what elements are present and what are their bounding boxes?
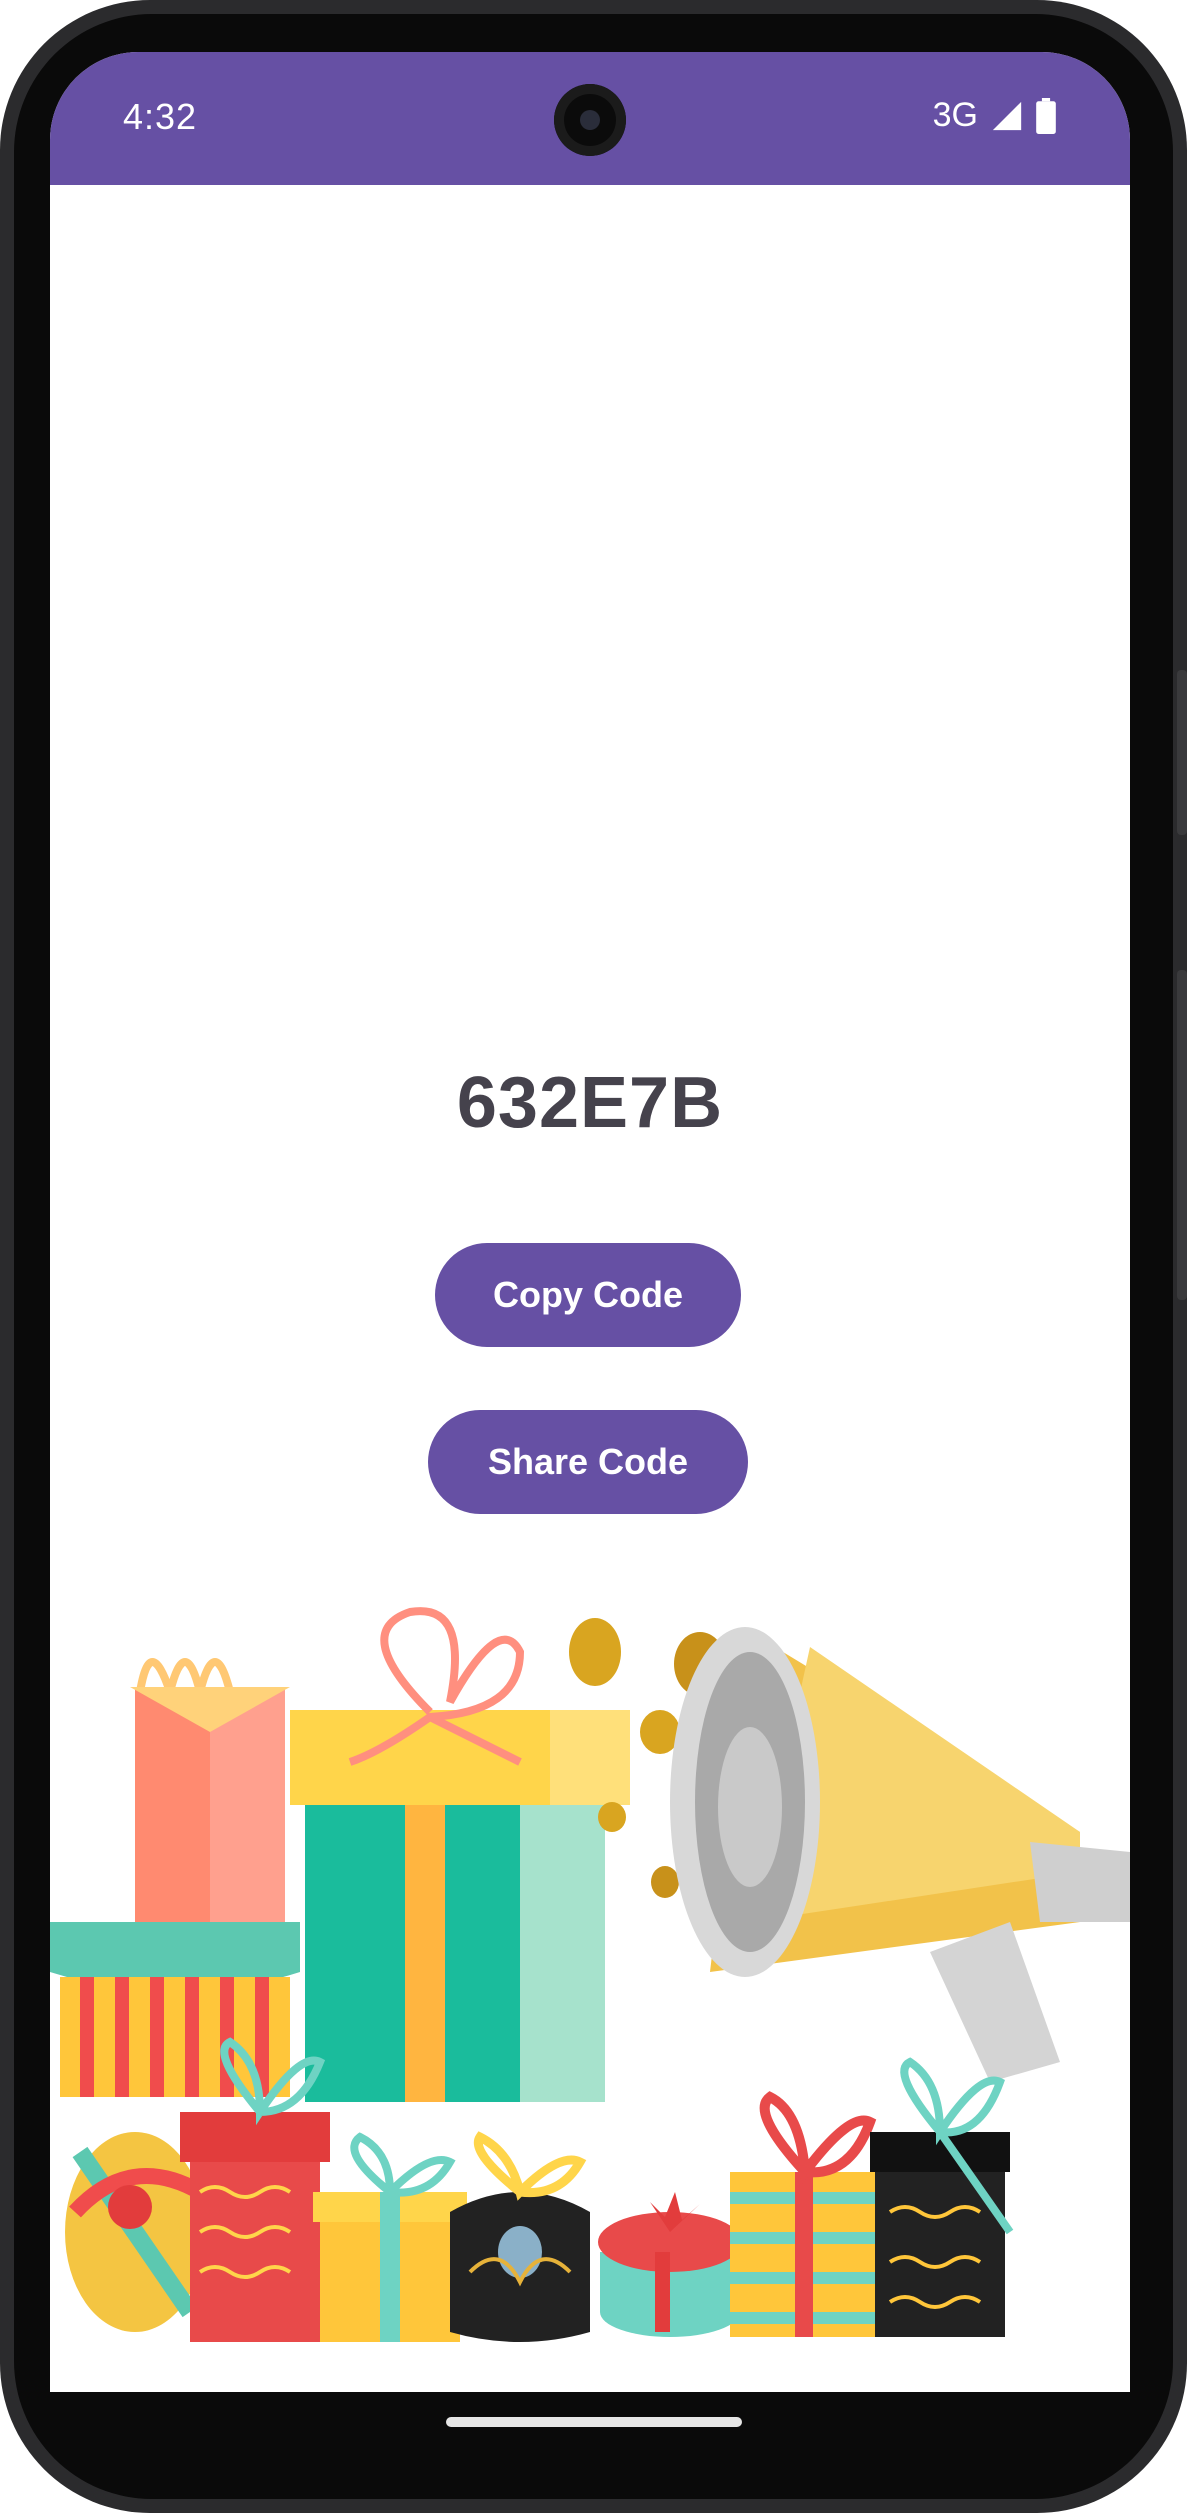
status-icons: 3G [933,96,1056,135]
battery-icon [1036,97,1056,134]
gift-box-round-teal [598,2192,742,2337]
status-time: 4:32 [123,96,198,137]
copy-code-button[interactable]: Copy Code [435,1243,741,1347]
screen: 4:32 3G 632E7B Copy Code Share Code [50,52,1130,2392]
referral-code: 632E7B [456,1063,724,1143]
network-type: 3G [932,96,978,134]
gift-box-black [450,2131,590,2342]
megaphone [670,1627,1130,2082]
status-bar: 4:32 3G [50,52,1130,185]
gift-box-yellow [313,2132,467,2342]
home-indicator[interactable] [446,2417,742,2427]
gift-boxes-megaphone-illustration [50,1607,1130,2342]
gift-box-salmon [130,1658,290,1947]
volume-button [1177,670,1187,835]
gift-box-green [290,1607,630,2102]
share-code-button[interactable]: Share Code [428,1410,748,1514]
front-camera [554,84,626,156]
signal-icon [992,101,1022,130]
gift-box-black-right [870,2057,1014,2337]
power-button [1177,970,1187,1300]
gift-box-striped-right [730,2091,880,2337]
